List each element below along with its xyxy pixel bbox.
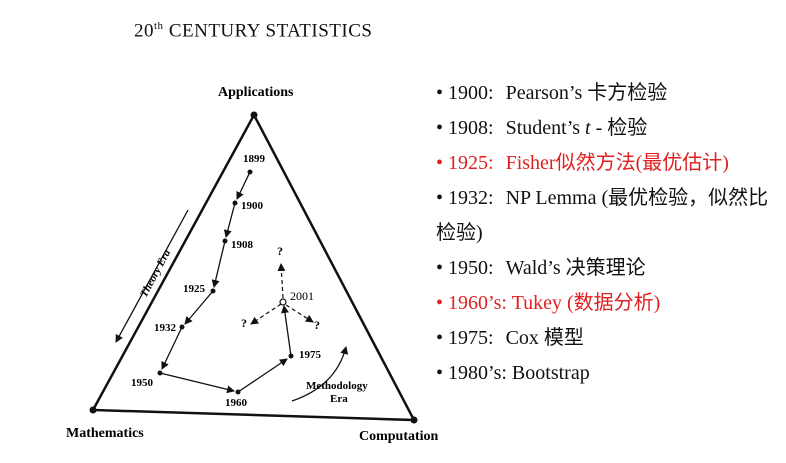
future-arrow-left bbox=[250, 303, 282, 325]
year-label-1925: 1925 bbox=[183, 283, 206, 295]
vertex-label-computation: Computation bbox=[359, 429, 439, 444]
milestone-item: • 1900: Pearson’s 卡方检验 bbox=[436, 82, 668, 104]
path-1960-1975 bbox=[237, 358, 288, 393]
vertex-dot-right bbox=[410, 416, 418, 424]
methodology-era-label-line1: Methodology bbox=[306, 380, 368, 392]
year-label-2001: 2001 bbox=[290, 289, 314, 303]
milestone-item: • 1975: Cox 模型 bbox=[436, 327, 584, 349]
milestone-list: • 1900: Pearson’s 卡方检验 • 1908: Student’s t… bbox=[436, 76, 776, 391]
milestone-item: • 1932: NP Lemma (最优检验，似然比检验) bbox=[436, 187, 769, 244]
milestone-item: • 1908: Student’s t - 检验 bbox=[436, 117, 648, 139]
milestone-item: • 1960’s: Tukey (数据分析) bbox=[436, 292, 661, 314]
path-1925-1932 bbox=[184, 290, 214, 325]
future-arrow-up bbox=[277, 263, 286, 299]
vertex-label-applications: Applications bbox=[218, 85, 294, 100]
path-1908-1925 bbox=[211, 240, 226, 288]
year-label-1960: 1960 bbox=[225, 397, 248, 409]
path-1900-1908 bbox=[223, 202, 236, 238]
question-mark-left: ? bbox=[241, 316, 247, 330]
future-arrow-right bbox=[285, 304, 314, 323]
path-1975-2001 bbox=[281, 305, 292, 357]
question-mark-top: ? bbox=[277, 244, 283, 258]
year-label-1950: 1950 bbox=[131, 377, 154, 389]
year-label-1975: 1975 bbox=[299, 349, 322, 361]
year-label-1900: 1900 bbox=[241, 200, 264, 212]
vertex-dot-left bbox=[89, 406, 97, 414]
milestone-item: • 1950: Wald’s 决策理论 bbox=[436, 257, 646, 279]
path-1950-1960 bbox=[159, 372, 235, 394]
year-label-1932: 1932 bbox=[154, 322, 177, 334]
milestone-item: • 1980’s: Bootstrap bbox=[436, 362, 590, 384]
year-label-1908: 1908 bbox=[231, 239, 254, 251]
vertex-dot-top bbox=[250, 111, 258, 119]
question-mark-right: ? bbox=[314, 318, 320, 332]
methodology-era-label-line2: Era bbox=[330, 393, 348, 405]
milestone-item: • 1925: Fisher似然方法(最优估计) bbox=[436, 152, 729, 174]
vertex-label-mathematics: Mathematics bbox=[66, 426, 144, 441]
year-label-1899: 1899 bbox=[243, 153, 266, 165]
path-1899-1900 bbox=[236, 171, 251, 200]
